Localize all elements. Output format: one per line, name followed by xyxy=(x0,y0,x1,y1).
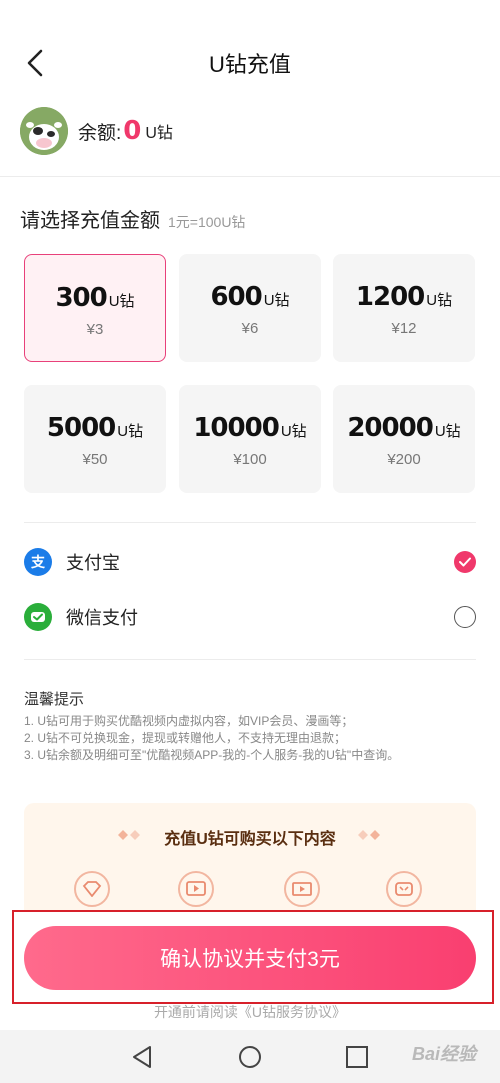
divider xyxy=(24,659,476,660)
tips-title: 温馨提示 xyxy=(24,691,85,708)
wechat-pay-icon xyxy=(24,603,52,631)
amount-option-600[interactable]: 600 U钻 ¥6 xyxy=(179,254,321,362)
watermark: Bai经验 xyxy=(411,1044,476,1064)
svg-text:支: 支 xyxy=(30,554,46,571)
tip-line: 3. U钻余额及明细可至"优酷视频APP-我的-个人服务-我的U钻"中查询。 xyxy=(24,748,400,762)
header: U钻充值 xyxy=(0,0,500,120)
amount-option-300[interactable]: 300 U钻 ¥3 xyxy=(24,254,166,362)
cow-avatar-icon xyxy=(20,107,68,155)
payment-option-wechat[interactable]: 微信支付 xyxy=(24,597,476,637)
alipay-icon: 支 xyxy=(24,548,52,576)
amount-price: ¥3 xyxy=(86,321,104,338)
comic-icon xyxy=(386,871,422,907)
amount-unit: U钻 xyxy=(280,423,307,440)
amount: 600 U钻 xyxy=(179,282,321,312)
recent-square-icon[interactable] xyxy=(344,1044,370,1070)
amount-price: ¥6 xyxy=(241,320,259,337)
balance-label: 余额: xyxy=(78,122,122,144)
amount-unit: U钻 xyxy=(434,423,461,440)
payment-option-alipay[interactable]: 支 支付宝 xyxy=(24,542,476,582)
page-title: U钻充值 xyxy=(209,52,291,77)
divider xyxy=(24,522,476,523)
amount-number: 10000 xyxy=(193,413,279,443)
agreement-link[interactable]: 开通前请阅读《U钻服务协议》 xyxy=(0,1002,500,1022)
amount-price: ¥50 xyxy=(82,451,108,468)
amount-number: 600 xyxy=(210,282,262,312)
film-icon xyxy=(284,871,320,907)
amount-unit: U钻 xyxy=(117,423,144,440)
amount-number: 20000 xyxy=(347,413,433,443)
amount: 300 U钻 xyxy=(25,283,165,313)
amount-number: 5000 xyxy=(46,413,116,443)
amount-unit: U钻 xyxy=(263,292,290,309)
avatar xyxy=(20,107,68,155)
amount: 5000 U钻 xyxy=(24,413,166,443)
diamond-deco-right-icon xyxy=(358,830,380,840)
payment-label: 微信支付 xyxy=(66,608,138,628)
amount-number: 300 xyxy=(55,283,107,313)
promo-title: 充值U钻可购买以下内容 xyxy=(164,831,336,848)
amount-option-20000[interactable]: 20000 U钻 ¥200 xyxy=(333,385,475,493)
payment-label: 支付宝 xyxy=(66,553,120,573)
back-triangle-icon[interactable] xyxy=(130,1044,156,1070)
radio-checked-icon[interactable] xyxy=(454,551,476,573)
recharge-title: 请选择充值金额 xyxy=(20,210,160,232)
diamond-icon xyxy=(74,871,110,907)
amount-price: ¥100 xyxy=(233,451,267,468)
amount: 10000 U钻 xyxy=(179,413,321,443)
tip-line: 1. U钻可用于购买优酷视频内虚拟内容，如VIP会员、漫画等； xyxy=(24,714,354,728)
amount-option-5000[interactable]: 5000 U钻 ¥50 xyxy=(24,385,166,493)
amount-unit: U钻 xyxy=(108,293,135,310)
amount: 20000 U钻 xyxy=(333,413,475,443)
amount-price: ¥12 xyxy=(391,320,417,337)
radio-unchecked-icon[interactable] xyxy=(454,606,476,628)
rate-hint: 1元=100U钻 xyxy=(168,214,246,230)
amount-number: 1200 xyxy=(355,282,425,312)
home-circle-icon[interactable] xyxy=(237,1044,263,1070)
video-play-icon xyxy=(178,871,214,907)
highlight-frame xyxy=(12,910,494,1004)
divider xyxy=(0,176,500,177)
amount-option-10000[interactable]: 10000 U钻 ¥100 xyxy=(179,385,321,493)
balance-row: 余额: 0 U钻 xyxy=(20,106,173,156)
balance-value: 0 xyxy=(123,116,142,146)
tips-list: 1. U钻可用于购买优酷视频内虚拟内容，如VIP会员、漫画等； 2. U钻不可兑… xyxy=(24,713,399,764)
amount-unit: U钻 xyxy=(426,292,453,309)
amount: 1200 U钻 xyxy=(333,282,475,312)
balance-unit: U钻 xyxy=(145,125,173,142)
recharge-section-title: 请选择充值金额 1元=100U钻 xyxy=(20,204,245,233)
amount-option-1200[interactable]: 1200 U钻 ¥12 xyxy=(333,254,475,362)
amount-price: ¥200 xyxy=(387,451,421,468)
tip-line: 2. U钻不可兑换现金，提现或转赠他人，不支持无理由退款； xyxy=(24,731,347,745)
